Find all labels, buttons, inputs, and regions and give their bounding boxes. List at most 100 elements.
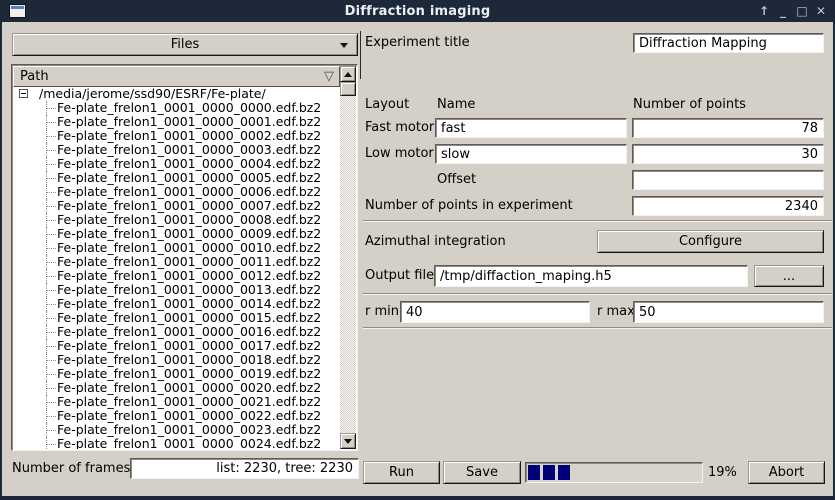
browse-button[interactable]: ... bbox=[754, 265, 824, 287]
maximize-button[interactable]: □ bbox=[796, 4, 808, 18]
tree-item[interactable]: Fe-plate_frelon1_0001_0000_0003.edf.bz2 bbox=[13, 143, 340, 157]
frames-count-field[interactable] bbox=[130, 458, 359, 479]
tree-rows: /media/jerome/ssd90/ESRF/Fe-plate/ Fe-pl… bbox=[13, 87, 340, 449]
output-file-label: Output file bbox=[365, 265, 434, 287]
offset-label: Offset bbox=[437, 170, 476, 190]
sort-indicator-icon[interactable]: ▽ bbox=[324, 69, 334, 84]
save-button[interactable]: Save bbox=[443, 461, 521, 484]
tree-item-label: Fe-plate_frelon1_0001_0000_0014.edf.bz2 bbox=[57, 296, 321, 311]
tree-item-label: Fe-plate_frelon1_0001_0000_0013.edf.bz2 bbox=[57, 282, 321, 297]
window-title: Diffraction imaging bbox=[0, 4, 835, 19]
tree-item-label: Fe-plate_frelon1_0001_0000_0023.edf.bz2 bbox=[57, 422, 321, 437]
progress-percent: 19% bbox=[708, 462, 737, 483]
collapse-expander-icon[interactable] bbox=[19, 89, 28, 98]
scroll-up-button[interactable] bbox=[340, 66, 356, 82]
tree-item[interactable]: Fe-plate_frelon1_0001_0000_0005.edf.bz2 bbox=[13, 171, 340, 185]
experiment-title-label: Experiment title bbox=[365, 33, 470, 53]
tree-item-label: Fe-plate_frelon1_0001_0000_0020.edf.bz2 bbox=[57, 380, 321, 395]
experiment-title-field[interactable] bbox=[633, 33, 824, 53]
tree-header-label: Path bbox=[20, 69, 49, 84]
tree-item[interactable]: Fe-plate_frelon1_0001_0000_0002.edf.bz2 bbox=[13, 129, 340, 143]
tree-item[interactable]: Fe-plate_frelon1_0001_0000_0008.edf.bz2 bbox=[13, 213, 340, 227]
tree-item-label: Fe-plate_frelon1_0001_0000_0004.edf.bz2 bbox=[57, 156, 321, 171]
panel-splitter[interactable] bbox=[360, 31, 361, 79]
tree-item-label: Fe-plate_frelon1_0001_0000_0001.edf.bz2 bbox=[57, 114, 321, 129]
total-points-field[interactable] bbox=[632, 196, 824, 216]
azimuthal-label: Azimuthal integration bbox=[365, 230, 506, 253]
progress-block bbox=[543, 465, 555, 480]
tree-item[interactable]: Fe-plate_frelon1_0001_0000_0024.edf.bz2 bbox=[13, 437, 340, 449]
fast-motor-points-field[interactable] bbox=[632, 118, 824, 138]
tree-item-label: Fe-plate_frelon1_0001_0000_0015.edf.bz2 bbox=[57, 310, 321, 325]
files-dropdown[interactable]: Files bbox=[12, 33, 358, 56]
fast-motor-label: Fast motor bbox=[365, 118, 434, 138]
frames-label: Number of frames bbox=[12, 458, 130, 479]
tree-item-label: Fe-plate_frelon1_0001_0000_0017.edf.bz2 bbox=[57, 338, 321, 353]
scrollbar-thumb[interactable] bbox=[340, 82, 356, 96]
tree-item-label: Fe-plate_frelon1_0001_0000_0012.edf.bz2 bbox=[57, 268, 321, 283]
rmin-label: r min bbox=[365, 301, 399, 323]
tree-item-label: Fe-plate_frelon1_0001_0000_0008.edf.bz2 bbox=[57, 212, 321, 227]
files-dropdown-label: Files bbox=[171, 37, 200, 52]
close-button[interactable]: ✕ bbox=[815, 4, 827, 18]
separator bbox=[363, 327, 832, 329]
low-motor-label: Low motor bbox=[365, 144, 434, 164]
tree-item[interactable]: Fe-plate_frelon1_0001_0000_0014.edf.bz2 bbox=[13, 297, 340, 311]
tree-item[interactable]: Fe-plate_frelon1_0001_0000_0000.edf.bz2 bbox=[13, 101, 340, 115]
low-motor-name-field[interactable] bbox=[435, 144, 627, 164]
tree-item[interactable]: Fe-plate_frelon1_0001_0000_0013.edf.bz2 bbox=[13, 283, 340, 297]
tree-item[interactable]: Fe-plate_frelon1_0001_0000_0017.edf.bz2 bbox=[13, 339, 340, 353]
tree-item-label: Fe-plate_frelon1_0001_0000_0000.edf.bz2 bbox=[57, 100, 321, 115]
output-file-field[interactable] bbox=[434, 265, 748, 287]
tree-item[interactable]: Fe-plate_frelon1_0001_0000_0007.edf.bz2 bbox=[13, 199, 340, 213]
tree-item-label: Fe-plate_frelon1_0001_0000_0011.edf.bz2 bbox=[57, 254, 321, 269]
rmax-field[interactable] bbox=[633, 301, 824, 323]
configure-button[interactable]: Configure bbox=[597, 230, 824, 253]
tree-item-label: Fe-plate_frelon1_0001_0000_0002.edf.bz2 bbox=[57, 128, 321, 143]
progress-bar bbox=[525, 462, 703, 483]
run-button[interactable]: Run bbox=[363, 461, 440, 484]
tree-item[interactable]: Fe-plate_frelon1_0001_0000_0010.edf.bz2 bbox=[13, 241, 340, 255]
rmin-field[interactable] bbox=[400, 301, 590, 323]
chevron-down-icon bbox=[340, 43, 348, 48]
abort-button[interactable]: Abort bbox=[748, 461, 825, 484]
tree-scrollbar[interactable] bbox=[340, 66, 356, 449]
tree-root-item[interactable]: /media/jerome/ssd90/ESRF/Fe-plate/ bbox=[13, 87, 340, 101]
scroll-down-button[interactable] bbox=[340, 433, 356, 449]
low-motor-points-field[interactable] bbox=[632, 144, 824, 164]
tree-item[interactable]: Fe-plate_frelon1_0001_0000_0012.edf.bz2 bbox=[13, 269, 340, 283]
tree-item[interactable]: Fe-plate_frelon1_0001_0000_0022.edf.bz2 bbox=[13, 409, 340, 423]
tree-item[interactable]: Fe-plate_frelon1_0001_0000_0015.edf.bz2 bbox=[13, 311, 340, 325]
tree-item[interactable]: Fe-plate_frelon1_0001_0000_0021.edf.bz2 bbox=[13, 395, 340, 409]
total-points-label: Number of points in experiment bbox=[365, 196, 573, 216]
tree-item[interactable]: Fe-plate_frelon1_0001_0000_0018.edf.bz2 bbox=[13, 353, 340, 367]
shade-button[interactable]: ↑ bbox=[758, 4, 770, 18]
fast-motor-name-field[interactable] bbox=[435, 118, 627, 138]
minimize-button[interactable]: _ bbox=[777, 4, 789, 18]
app-window: Diffraction imaging ↑ _ □ ✕ Files Path ▽… bbox=[0, 0, 835, 500]
window-icon bbox=[9, 4, 26, 18]
tree-item[interactable]: Fe-plate_frelon1_0001_0000_0016.edf.bz2 bbox=[13, 325, 340, 339]
tree-item[interactable]: Fe-plate_frelon1_0001_0000_0023.edf.bz2 bbox=[13, 423, 340, 437]
separator bbox=[363, 220, 832, 222]
file-tree: Path ▽ /media/jerome/ssd90/ESRF/Fe-plate… bbox=[11, 64, 358, 451]
tree-item[interactable]: Fe-plate_frelon1_0001_0000_0001.edf.bz2 bbox=[13, 115, 340, 129]
tree-item[interactable]: Fe-plate_frelon1_0001_0000_0004.edf.bz2 bbox=[13, 157, 340, 171]
tree-item[interactable]: Fe-plate_frelon1_0001_0000_0011.edf.bz2 bbox=[13, 255, 340, 269]
progress-block bbox=[558, 465, 570, 480]
tree-item-label: Fe-plate_frelon1_0001_0000_0009.edf.bz2 bbox=[57, 226, 321, 241]
tree-header-path[interactable]: Path ▽ bbox=[13, 66, 340, 87]
tree-item[interactable]: Fe-plate_frelon1_0001_0000_0020.edf.bz2 bbox=[13, 381, 340, 395]
tree-item[interactable]: Fe-plate_frelon1_0001_0000_0009.edf.bz2 bbox=[13, 227, 340, 241]
tree-item[interactable]: Fe-plate_frelon1_0001_0000_0019.edf.bz2 bbox=[13, 367, 340, 381]
progress-block bbox=[528, 465, 540, 480]
offset-field[interactable] bbox=[632, 170, 824, 190]
tree-item-label: Fe-plate_frelon1_0001_0000_0010.edf.bz2 bbox=[57, 240, 321, 255]
tree-item-label: Fe-plate_frelon1_0001_0000_0006.edf.bz2 bbox=[57, 184, 321, 199]
points-header-label: Number of points bbox=[633, 97, 746, 113]
name-header-label: Name bbox=[437, 97, 475, 113]
tree-item[interactable]: Fe-plate_frelon1_0001_0000_0006.edf.bz2 bbox=[13, 185, 340, 199]
tree-item-label: Fe-plate_frelon1_0001_0000_0021.edf.bz2 bbox=[57, 394, 321, 409]
titlebar: Diffraction imaging ↑ _ □ ✕ bbox=[0, 0, 835, 22]
tree-item-label: Fe-plate_frelon1_0001_0000_0005.edf.bz2 bbox=[57, 170, 321, 185]
